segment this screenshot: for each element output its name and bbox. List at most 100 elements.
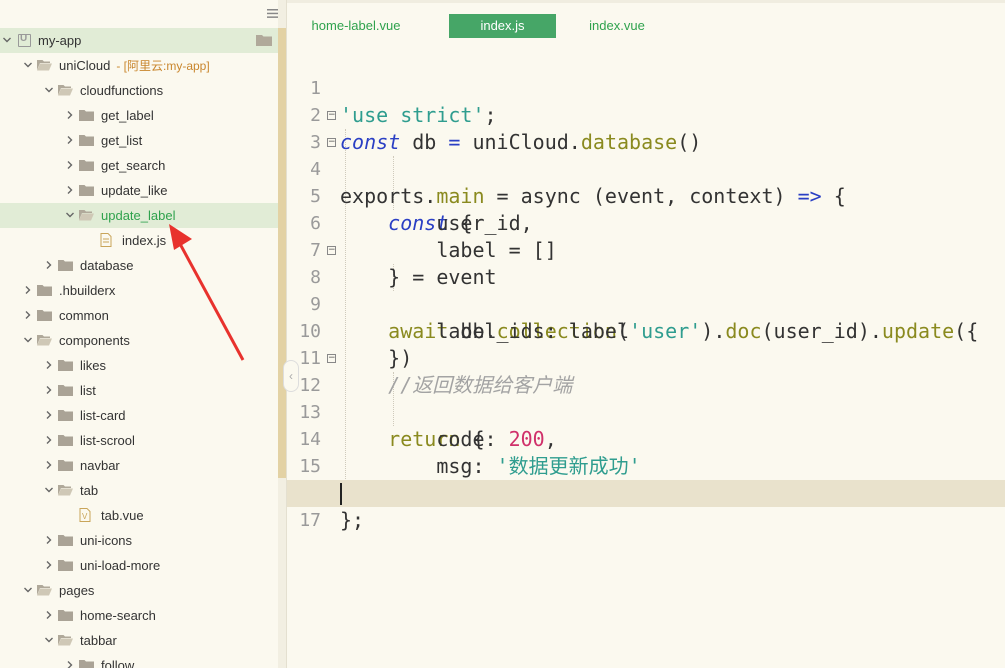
code-line: 7 } = event [287,210,1005,289]
folder-icon [79,110,94,121]
tree-item-label: navbar [80,458,120,473]
chevron-right-icon[interactable] [65,160,75,170]
tree-item[interactable]: uni-icons [0,528,278,553]
annotation-arrow [169,224,245,361]
chevron-down-icon[interactable] [44,485,54,495]
tree-item-label: pages [59,583,95,598]
folder-icon [256,35,272,46]
folder-open-icon [58,485,73,496]
chevron-right-icon[interactable] [44,610,54,620]
code-line: 8 − await db.collection('user').doc(user… [287,237,1005,344]
chevron-down-icon[interactable] [23,60,33,70]
tree-item[interactable]: list-scrool [0,428,278,453]
chevron-down-icon[interactable] [2,35,12,45]
folder-open-icon [37,335,52,346]
editor-tab-bar: home-label.vue index.js index.vue [287,0,1005,40]
tree-item-label: list-scrool [80,433,135,448]
fold-toggle-icon[interactable]: − [327,111,336,120]
chevron-right-icon[interactable] [44,560,54,570]
folder-icon [58,360,73,371]
code-line: 13 code: 200, [287,372,1005,451]
chevron-right-icon[interactable] [44,360,54,370]
tree-item-label: list-card [80,408,126,423]
folder-icon [58,260,73,271]
tree-item[interactable]: list-card [0,403,278,428]
tree-item-label: common [59,308,109,323]
tree-item-label: cloudfunctions [80,83,164,98]
tree-item[interactable]: navbar [0,453,278,478]
tree-item[interactable]: get_search [0,153,278,178]
tree-item-my-app[interactable]: my-app [0,28,278,53]
tree-item-label: tabbar [80,633,117,648]
chevron-down-icon[interactable] [44,85,54,95]
chevron-right-icon[interactable] [44,460,54,470]
tree-item[interactable]: uni-load-more [0,553,278,578]
tab-index-js[interactable]: index.js [449,14,556,38]
chevron-right-icon[interactable] [44,410,54,420]
folder-open-icon [37,60,52,71]
chevron-right-icon[interactable] [44,535,54,545]
folder-icon [37,285,52,296]
js-file-icon [100,233,112,247]
code-line: 4 − const { [287,129,1005,236]
fold-toggle-icon[interactable]: − [327,354,336,363]
chevron-down-icon[interactable] [44,635,54,645]
chevron-right-icon[interactable] [65,660,75,668]
tree-item-label: list [80,383,96,398]
tree-item[interactable]: tabbar [0,628,278,653]
chevron-right-icon[interactable] [23,285,33,295]
chevron-down-icon[interactable] [23,335,33,345]
tree-item[interactable]: tab [0,478,278,503]
chevron-right-icon[interactable] [44,260,54,270]
tree-item-label: tab.vue [101,508,144,523]
tree-item[interactable]: pages [0,578,278,603]
code-token: }; [340,508,365,532]
chevron-down-icon[interactable] [23,585,33,595]
tree-item[interactable]: follow [0,653,278,668]
chevron-right-icon[interactable] [65,110,75,120]
tree-item[interactable]: uniCloud - [阿里云:my-app] [0,53,278,78]
tree-item[interactable]: get_label [0,103,278,128]
code-line: 3 − exports.main = async (event, context… [287,102,1005,209]
explorer-toolbar [0,0,278,28]
fold-toggle-icon[interactable]: − [327,246,336,255]
code-line: 9 label_ids: label [287,264,1005,343]
chevron-right-icon[interactable] [44,385,54,395]
chevron-right-icon[interactable] [44,435,54,445]
hamburger-menu-icon[interactable] [267,9,278,18]
folder-icon [58,560,73,571]
tree-item[interactable]: list [0,378,278,403]
code-line: 11 //返回数据给客户端 [287,318,1005,397]
tree-item-label: get_search [101,158,166,173]
tree-item-label: tab [80,483,99,498]
tab-home-label-vue[interactable]: home-label.vue [303,14,409,38]
cloud-provider-tag: - [阿里云:my-app] [116,59,210,73]
current-code-line[interactable]: 17 [287,480,1005,531]
folder-icon [58,410,73,421]
folder-icon [58,610,73,621]
folder-icon [58,535,73,546]
fold-toggle-icon[interactable]: − [327,138,336,147]
tree-item[interactable]: update_like [0,178,278,203]
chevron-right-icon[interactable] [65,185,75,195]
code-line: 6 label = [] [287,183,1005,262]
chevron-right-icon[interactable] [23,310,33,320]
code-editor[interactable]: 1 'use strict'; 2 const db = uniCloud.da… [287,48,1005,668]
tree-item[interactable]: cloudfunctions [0,78,278,103]
tree-item[interactable]: home-search [0,603,278,628]
tree-item[interactable]: Vtab.vue [0,503,278,528]
code-line: 12 − return { [287,345,1005,452]
code-line: 1 'use strict'; [287,48,1005,127]
folder-open-icon [58,635,73,646]
folder-open-icon [79,210,94,221]
chevron-right-icon[interactable] [65,135,75,145]
tree-item-label: likes [80,358,107,373]
tree-item[interactable]: get_list [0,128,278,153]
tree-item-label: home-search [80,608,156,623]
tree-item-label: database [80,258,134,273]
chevron-down-icon[interactable] [65,210,75,220]
folder-icon [58,385,73,396]
tab-index-vue[interactable]: index.vue [585,14,649,38]
code-line: 2 const db = uniCloud.database() [287,75,1005,154]
tree-item-label: update_label [101,208,176,223]
